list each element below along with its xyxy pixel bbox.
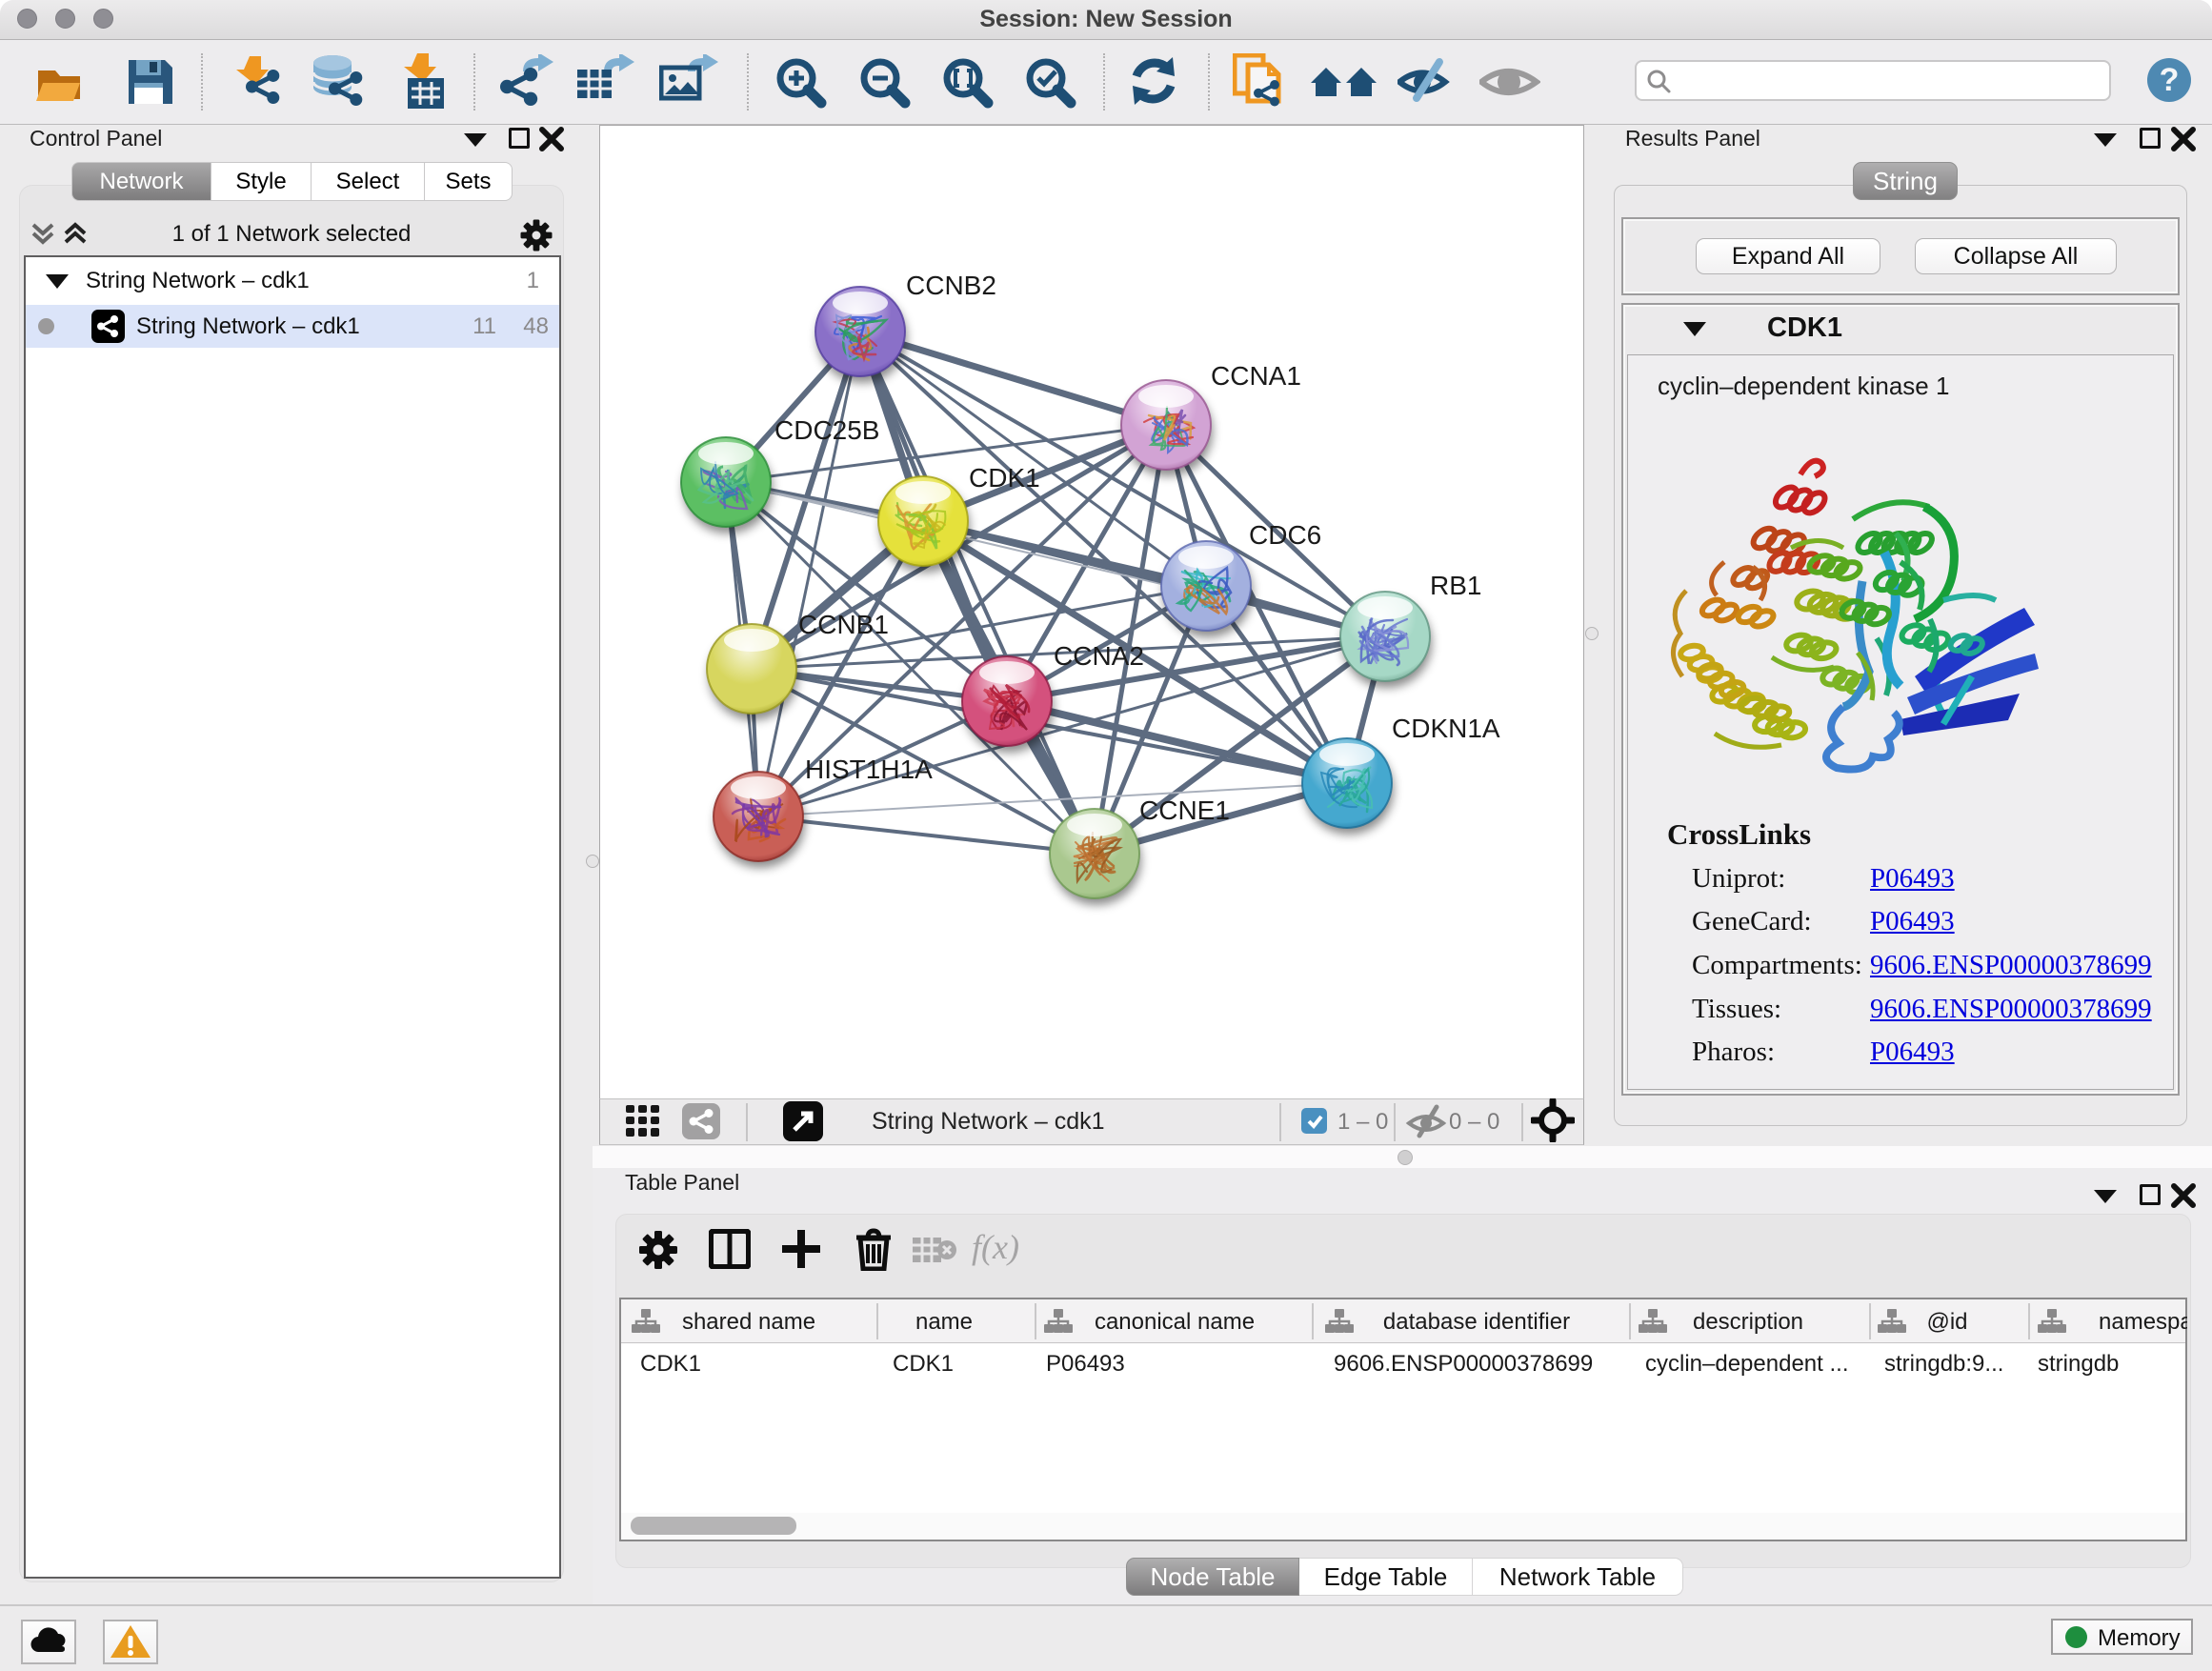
svg-text:CCNE1: CCNE1 — [1139, 795, 1230, 825]
svg-text:CDKN1A: CDKN1A — [1392, 714, 1500, 743]
svg-text:CCNA2: CCNA2 — [1054, 641, 1144, 671]
svg-text:CDC6: CDC6 — [1249, 520, 1321, 550]
svg-text:RB1: RB1 — [1430, 571, 1481, 600]
svg-text:HIST1H1A: HIST1H1A — [805, 755, 933, 784]
svg-text:CCNB1: CCNB1 — [798, 610, 889, 639]
svg-text:CCNA1: CCNA1 — [1211, 361, 1301, 391]
svg-text:CDK1: CDK1 — [969, 463, 1040, 493]
svg-text:CCNB2: CCNB2 — [906, 271, 996, 300]
svg-text:CDC25B: CDC25B — [774, 415, 879, 445]
